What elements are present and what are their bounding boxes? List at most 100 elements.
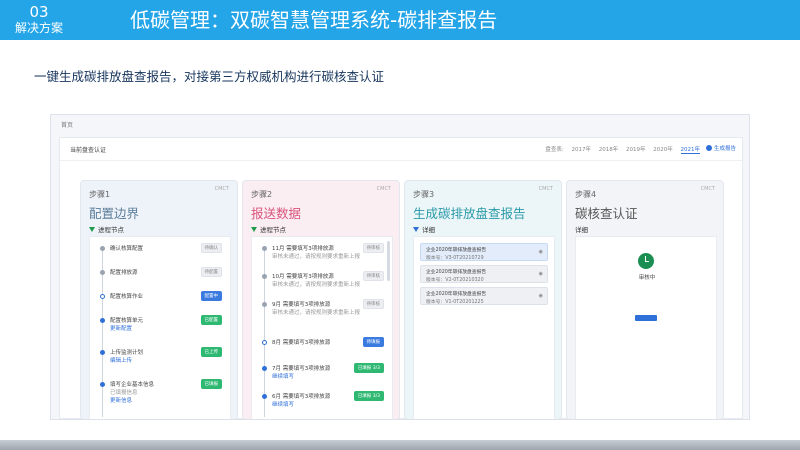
panel-title: 当前盘查认证 bbox=[70, 147, 107, 154]
breadcrumb[interactable]: 首页 bbox=[61, 120, 73, 129]
header-bar: 03 解决方案 低碳管理：双碳智慧管理系统-碳排查报告 bbox=[0, 0, 800, 40]
section-header[interactable]: 详细 bbox=[413, 224, 435, 234]
item-label: 9月 需要填写3项排放源 bbox=[272, 302, 331, 308]
status-badge: 待审核 bbox=[362, 243, 384, 253]
status-badge: 配置中 bbox=[200, 291, 222, 301]
item-action-link[interactable]: 更新信息 bbox=[110, 396, 132, 404]
step-badge: CMCT bbox=[538, 186, 553, 192]
caret-down-icon bbox=[89, 226, 95, 232]
list-item: 10月 需要填写3项排放源 审核未通过，请按规则要求重新上报 待审核 bbox=[252, 271, 394, 295]
item-action-link[interactable]: 继续填写 bbox=[272, 372, 294, 380]
audit-status-text: 审核中 bbox=[638, 275, 656, 281]
item-label: 配置核算作业 bbox=[110, 294, 144, 300]
report-name: 企业2020年碳排放盘查报告 bbox=[426, 292, 487, 297]
step-title: 配置边界 bbox=[89, 206, 140, 221]
section-header[interactable]: 进程节点 bbox=[251, 224, 286, 234]
step-title: 报送数据 bbox=[251, 206, 302, 221]
item-sub-text: 已填报信息 bbox=[110, 390, 138, 396]
item-action-link[interactable]: 继续填写 bbox=[272, 400, 294, 408]
item-label: 7月 需要填写3项排放源 bbox=[272, 366, 331, 372]
report-item[interactable]: 企业2020年碳排放盘查报告 版本号：V1-0T20201225 ◉ bbox=[420, 287, 548, 305]
item-action-link[interactable]: 编辑上传 bbox=[110, 356, 132, 364]
status-dot-icon bbox=[100, 270, 105, 275]
progress-list: 确认核算配置 待确认 配置排放源 待配置 配置核算作业 配置中 配置核算单元 更… bbox=[89, 236, 232, 419]
section-number: 03 bbox=[29, 3, 49, 21]
report-item[interactable]: 企业2020年碳排放盘查报告 版本号：V2-0T20210320 ◉ bbox=[420, 265, 548, 283]
step-label: 步骤1 bbox=[89, 190, 111, 199]
list-item: 填写企业基本信息 已填报信息 更新信息 已填报 bbox=[90, 379, 232, 409]
step-label: 步骤4 bbox=[575, 190, 597, 199]
clock-icon bbox=[638, 253, 654, 269]
item-label: 确认核算配置 bbox=[110, 246, 144, 252]
year-tab[interactable]: 2017年 bbox=[572, 147, 592, 153]
status-dot-icon bbox=[100, 382, 105, 387]
item-label: 配置排放源 bbox=[110, 270, 138, 276]
report-item[interactable]: 企业2020年碳排放盘查报告 版本号：V3-0T20210729 ◉ bbox=[420, 243, 548, 261]
status-badge: 待审核 bbox=[362, 271, 384, 281]
item-action-link[interactable]: 更新配置 bbox=[110, 324, 132, 332]
status-dot-icon bbox=[100, 294, 105, 299]
item-label: 上传监测计划 bbox=[110, 350, 144, 356]
status-badge: 待确认 bbox=[200, 243, 222, 253]
section-label: 详细 bbox=[575, 226, 588, 234]
report-name: 企业2020年碳排放盘查报告 bbox=[426, 270, 487, 275]
progress-list: 11月 需要填写3项排放源 审核未通过，请按规则要求重新上报 待审核 10月 需… bbox=[251, 236, 394, 419]
list-item: 配置核算作业 配置中 bbox=[90, 291, 232, 315]
status-dot-icon bbox=[100, 318, 105, 323]
audit-action-button[interactable] bbox=[635, 315, 657, 321]
step-card-3: 步骤3 CMCT 生成碳排放盘查报告 详细 企业2020年碳排放盘查报告 版本号… bbox=[404, 180, 562, 419]
section-marker: 03 解决方案 bbox=[0, 0, 78, 40]
page-title: 低碳管理：双碳智慧管理系统-碳排查报告 bbox=[130, 8, 498, 32]
item-label: 11月 需要填写3项排放源 bbox=[272, 246, 334, 252]
status-dot-icon bbox=[100, 350, 105, 355]
year-tab[interactable]: 2019年 bbox=[626, 147, 646, 153]
status-dot-icon bbox=[262, 394, 267, 399]
audit-status-box: 审核中 bbox=[575, 236, 717, 419]
step-badge: CMCT bbox=[376, 186, 391, 192]
report-name: 企业2020年碳排放盘查报告 bbox=[426, 248, 487, 253]
status-badge: 已填报 bbox=[200, 379, 222, 389]
year-tab-active[interactable]: 2021年 bbox=[680, 147, 700, 154]
list-item: 配置核算单元 更新配置 已配置 bbox=[90, 315, 232, 339]
year-tab[interactable]: 2018年 bbox=[599, 147, 619, 153]
status-badge: 待审核 bbox=[362, 299, 384, 309]
item-label: 配置核算单元 bbox=[110, 318, 144, 324]
status-badge: 已填报 3/3 bbox=[353, 391, 384, 401]
generate-report-label: 生成报告 bbox=[713, 146, 736, 152]
step-badge: CMCT bbox=[700, 186, 715, 192]
footer-band bbox=[0, 440, 800, 450]
section-label: 进程节点 bbox=[98, 226, 124, 234]
report-version: 版本号：V3-0T20210729 bbox=[426, 255, 484, 261]
step-label: 步骤2 bbox=[251, 190, 273, 199]
section-header[interactable]: 进程节点 bbox=[89, 224, 124, 234]
list-item: 8月 需要填写3项排放源 待填报 bbox=[252, 337, 394, 361]
status-dot-icon bbox=[262, 340, 267, 345]
section-label: 解决方案 bbox=[14, 21, 63, 35]
item-sub-text: 审核未通过，请按规则要求重新上报 bbox=[272, 310, 361, 316]
step-card-2: 步骤2 CMCT 报送数据 进程节点 11月 需要填写3项排放源 审核未通过，请… bbox=[242, 180, 400, 419]
report-version: 版本号：V2-0T20210320 bbox=[426, 277, 484, 283]
status-dot-icon bbox=[262, 302, 267, 307]
app-screenshot: 首页 当前盘查认证 盘查表: 2017年 2018年 2019年 2020年 2… bbox=[50, 114, 750, 420]
status-dot-icon bbox=[262, 274, 267, 279]
view-eye-icon[interactable]: ◉ bbox=[539, 249, 543, 255]
year-tab[interactable]: 2020年 bbox=[653, 147, 673, 153]
item-label: 8月 需要填写3项排放源 bbox=[272, 340, 331, 346]
view-eye-icon[interactable]: ◉ bbox=[539, 293, 543, 299]
view-eye-icon[interactable]: ◉ bbox=[539, 271, 543, 277]
year-selector: 盘查表: 2017年 2018年 2019年 2020年 2021年 bbox=[539, 145, 700, 154]
generate-report-link[interactable]: 生成报告 bbox=[705, 144, 736, 152]
status-badge: 已上传 bbox=[200, 347, 222, 357]
section-label: 详细 bbox=[422, 226, 435, 234]
status-dot-icon bbox=[100, 246, 105, 251]
list-item: 上传监测计划 编辑上传 已上传 bbox=[90, 347, 232, 371]
list-item: 配置排放源 待配置 bbox=[90, 267, 232, 291]
item-label: 10月 需要填写3项排放源 bbox=[272, 274, 334, 280]
divider bbox=[60, 160, 742, 161]
status-dot-icon bbox=[262, 246, 267, 251]
item-label: 填写企业基本信息 bbox=[110, 382, 155, 388]
section-label: 进程节点 bbox=[260, 226, 286, 234]
status-badge: 已填报 3/3 bbox=[353, 363, 384, 373]
list-item: 7月 需要填写3项排放源 继续填写 已填报 3/3 bbox=[252, 363, 394, 387]
section-header: 详细 bbox=[575, 224, 588, 234]
